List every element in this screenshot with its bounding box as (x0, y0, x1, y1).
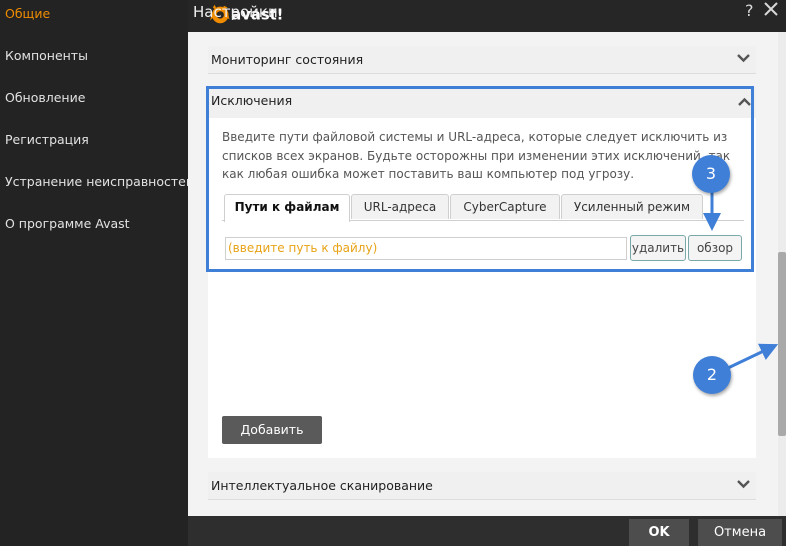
add-button[interactable]: Добавить (222, 416, 322, 444)
highlight-box (206, 86, 754, 272)
cancel-button[interactable]: Отмена (698, 519, 782, 546)
sidebar-item-about[interactable]: О программе Avast (5, 216, 130, 231)
step-badge-3: 3 (692, 155, 730, 193)
section-monitoring-label: Мониторинг состояния (211, 52, 364, 67)
footer-bar (188, 516, 786, 546)
sidebar-item-update[interactable]: Обновление (5, 90, 85, 105)
sidebar-item-components[interactable]: Компоненты (5, 48, 88, 63)
sidebar: Общие Компоненты Обновление Регистрация … (0, 0, 194, 546)
sidebar-item-troubleshooting[interactable]: Устранение неисправностей (5, 174, 194, 189)
window-title: Настройки (193, 3, 278, 21)
scrollbar-thumb[interactable] (778, 252, 786, 436)
help-button[interactable]: ? (745, 1, 754, 20)
section-smart-scan-label: Интеллектуальное сканирование (211, 478, 433, 493)
chevron-down-icon (737, 54, 750, 63)
chevron-down-icon (737, 480, 750, 489)
ok-button[interactable]: OK (629, 519, 689, 546)
section-smart-scan[interactable]: Интеллектуальное сканирование (208, 472, 756, 500)
sidebar-item-registration[interactable]: Регистрация (5, 132, 89, 147)
step-badge-2: 2 (693, 356, 731, 394)
sidebar-item-general[interactable]: Общие (5, 6, 50, 21)
section-monitoring[interactable]: Мониторинг состояния (208, 46, 756, 74)
close-icon[interactable] (762, 0, 780, 18)
